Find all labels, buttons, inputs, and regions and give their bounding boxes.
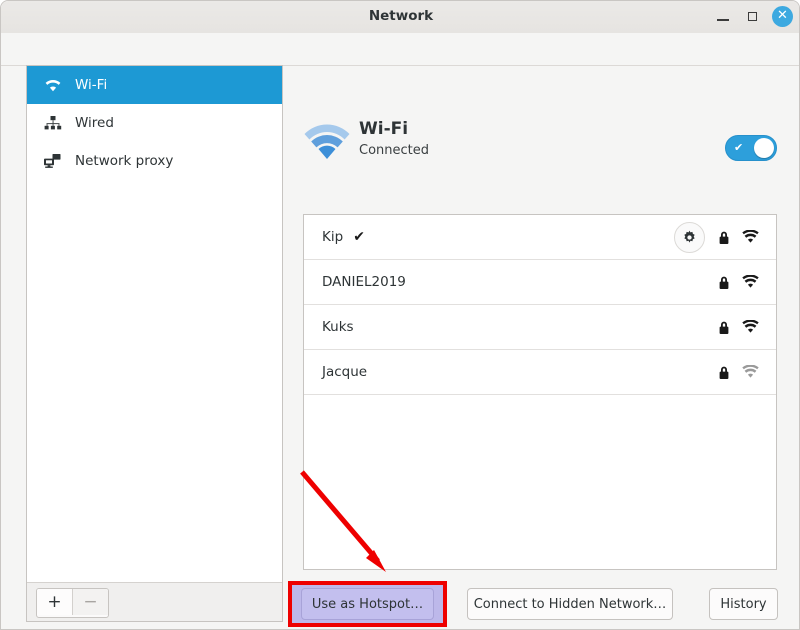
sidebar-item-label: Wi-Fi <box>75 77 108 93</box>
sidebar-item-label: Wired <box>75 115 114 131</box>
lock-icon <box>717 318 731 336</box>
minimize-icon <box>717 19 729 21</box>
sidebar-item-label: Network proxy <box>75 153 174 169</box>
close-icon: ✕ <box>777 8 788 23</box>
network-settings-window: Network ✕ Wi-Fi Wired Network proxy + − … <box>0 0 800 630</box>
sidebar-item-network-proxy[interactable]: Network proxy <box>27 142 282 180</box>
panel-title: Wi-Fi <box>359 119 409 139</box>
wifi-icon <box>303 121 351 163</box>
wifi-icon <box>41 75 65 95</box>
window-title: Network <box>368 8 434 24</box>
lock-icon <box>717 228 731 246</box>
maximize-button[interactable] <box>744 8 762 26</box>
minimize-button[interactable] <box>714 8 732 26</box>
lock-icon <box>717 273 731 291</box>
sidebar-toolbar: + − <box>27 582 282 621</box>
add-connection-button[interactable]: + <box>37 589 72 615</box>
network-ssid: Jacque <box>322 364 368 380</box>
network-settings-button[interactable] <box>674 221 705 253</box>
connected-check-icon: ✔ <box>353 229 365 245</box>
gear-icon <box>684 230 695 243</box>
sidebar-item-wifi[interactable]: Wi-Fi <box>27 66 282 104</box>
network-ssid: Kip <box>322 229 344 245</box>
signal-strength-icon <box>741 228 760 246</box>
close-button[interactable]: ✕ <box>772 6 793 27</box>
network-ssid: Kuks <box>322 319 354 335</box>
toggle-knob <box>754 138 774 158</box>
title-bar: Network ✕ <box>1 1 799 34</box>
lock-icon <box>717 363 731 381</box>
signal-strength-icon <box>741 318 760 336</box>
sidebar: Wi-Fi Wired Network proxy + − <box>26 65 283 622</box>
wired-icon <box>41 113 65 133</box>
panel-status: Connected <box>359 143 430 158</box>
signal-strength-icon <box>741 363 760 381</box>
network-ssid: DANIEL2019 <box>322 274 406 290</box>
add-remove-button-group: + − <box>36 588 109 618</box>
sidebar-item-wired[interactable]: Wired <box>27 104 282 142</box>
use-as-hotspot-button[interactable]: Use as Hotspot… <box>301 588 434 620</box>
signal-strength-icon <box>741 273 760 291</box>
wifi-header: Wi-Fi Connected ✔ <box>303 114 778 170</box>
table-row[interactable]: Kip ✔ <box>304 215 776 260</box>
wifi-toggle-switch[interactable]: ✔ <box>725 135 777 161</box>
maximize-icon <box>748 12 757 21</box>
remove-connection-button[interactable]: − <box>72 589 108 615</box>
sidebar-list: Wi-Fi Wired Network proxy <box>27 66 282 581</box>
proxy-icon <box>41 151 65 171</box>
network-list: Kip ✔ DANIEL2019 Kuks Jacque <box>303 214 777 570</box>
table-row[interactable]: DANIEL2019 <box>304 260 776 305</box>
table-row[interactable]: Jacque <box>304 350 776 395</box>
connect-hidden-network-button[interactable]: Connect to Hidden Network… <box>467 588 673 620</box>
toggle-check-icon: ✔ <box>734 141 744 154</box>
table-row[interactable]: Kuks <box>304 305 776 350</box>
history-button[interactable]: History <box>709 588 778 620</box>
